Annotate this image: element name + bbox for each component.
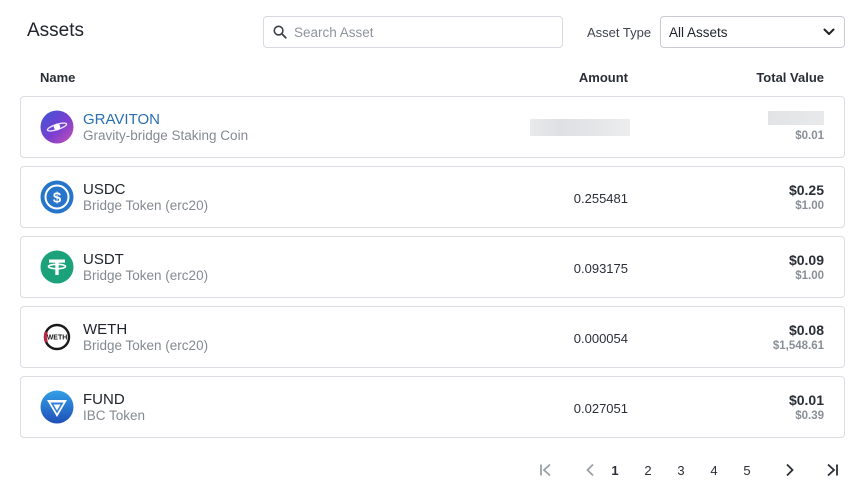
asset-amount: 0.255481 bbox=[573, 191, 628, 206]
page-button-5[interactable]: 5 bbox=[740, 458, 754, 482]
asset-unit-price: $1.00 bbox=[795, 200, 824, 212]
asset-total-value: $0.25 bbox=[788, 182, 824, 198]
page-button-1[interactable]: 1 bbox=[608, 458, 622, 482]
asset-amount: 0.093175 bbox=[573, 261, 628, 276]
redacted-total-value bbox=[768, 111, 824, 125]
first-page-icon[interactable] bbox=[536, 458, 556, 482]
previous-page-icon[interactable] bbox=[580, 458, 600, 482]
svg-text:WETH: WETH bbox=[47, 335, 68, 342]
asset-amount: 0.000054 bbox=[573, 331, 628, 346]
asset-symbol[interactable]: GRAVITON bbox=[83, 111, 160, 128]
asset-symbol: FUND bbox=[83, 391, 125, 408]
asset-total-value: $0.01 bbox=[788, 392, 824, 408]
asset-unit-price: $0.01 bbox=[795, 130, 824, 142]
graviton-logo-icon bbox=[40, 110, 74, 144]
asset-description: IBC Token bbox=[83, 408, 146, 423]
asset-total-value: $0.09 bbox=[788, 252, 824, 268]
redacted-amount bbox=[530, 119, 630, 136]
asset-description: Bridge Token (erc20) bbox=[83, 268, 209, 283]
asset-unit-price: $1,548.61 bbox=[772, 340, 824, 352]
search-icon bbox=[273, 25, 287, 39]
column-header-amount: Amount bbox=[578, 70, 628, 85]
search-input[interactable] bbox=[294, 24, 534, 40]
asset-row-weth[interactable]: WETH WETH Bridge Token (erc20) 0.000054 … bbox=[20, 306, 845, 368]
column-header-total-value: Total Value bbox=[756, 70, 824, 85]
next-page-icon[interactable] bbox=[780, 458, 800, 482]
page-button-2[interactable]: 2 bbox=[641, 458, 655, 482]
last-page-icon[interactable] bbox=[822, 458, 842, 482]
asset-row-fund[interactable]: FUND IBC Token 0.027051 $0.01 $0.39 bbox=[20, 376, 845, 438]
asset-unit-price: $0.39 bbox=[795, 410, 824, 422]
asset-description: Gravity-bridge Staking Coin bbox=[83, 128, 249, 143]
usdc-logo-icon: $ bbox=[40, 180, 74, 214]
chevron-down-icon bbox=[823, 28, 835, 35]
usdt-logo-icon bbox=[40, 250, 74, 284]
asset-row-usdt[interactable]: USDT Bridge Token (erc20) 0.093175 $0.09… bbox=[20, 236, 845, 298]
asset-row-graviton[interactable]: GRAVITON Gravity-bridge Staking Coin $0.… bbox=[20, 96, 845, 158]
asset-symbol: USDT bbox=[83, 251, 124, 268]
asset-row-usdc[interactable]: $ USDC Bridge Token (erc20) 0.255481 $0.… bbox=[20, 166, 845, 228]
asset-type-value: All Assets bbox=[669, 24, 728, 40]
asset-symbol: USDC bbox=[83, 181, 126, 198]
pagination: 1 2 3 4 5 bbox=[530, 458, 850, 482]
page-button-3[interactable]: 3 bbox=[674, 458, 688, 482]
asset-total-value: $0.08 bbox=[788, 322, 824, 338]
asset-symbol: WETH bbox=[83, 321, 128, 338]
search-box[interactable] bbox=[263, 16, 563, 48]
page-button-4[interactable]: 4 bbox=[707, 458, 721, 482]
column-header-name: Name bbox=[40, 70, 76, 85]
asset-unit-price: $1.00 bbox=[795, 270, 824, 282]
asset-amount: 0.027051 bbox=[573, 401, 628, 416]
asset-description: Bridge Token (erc20) bbox=[83, 198, 209, 213]
page-title: Assets bbox=[27, 20, 85, 41]
asset-type-select[interactable]: All Assets bbox=[660, 16, 845, 48]
asset-type-label: Asset Type bbox=[587, 25, 652, 40]
svg-text:$: $ bbox=[53, 190, 62, 207]
weth-logo-icon: WETH bbox=[43, 323, 71, 351]
asset-description: Bridge Token (erc20) bbox=[83, 338, 209, 353]
fund-logo-icon bbox=[40, 390, 74, 424]
